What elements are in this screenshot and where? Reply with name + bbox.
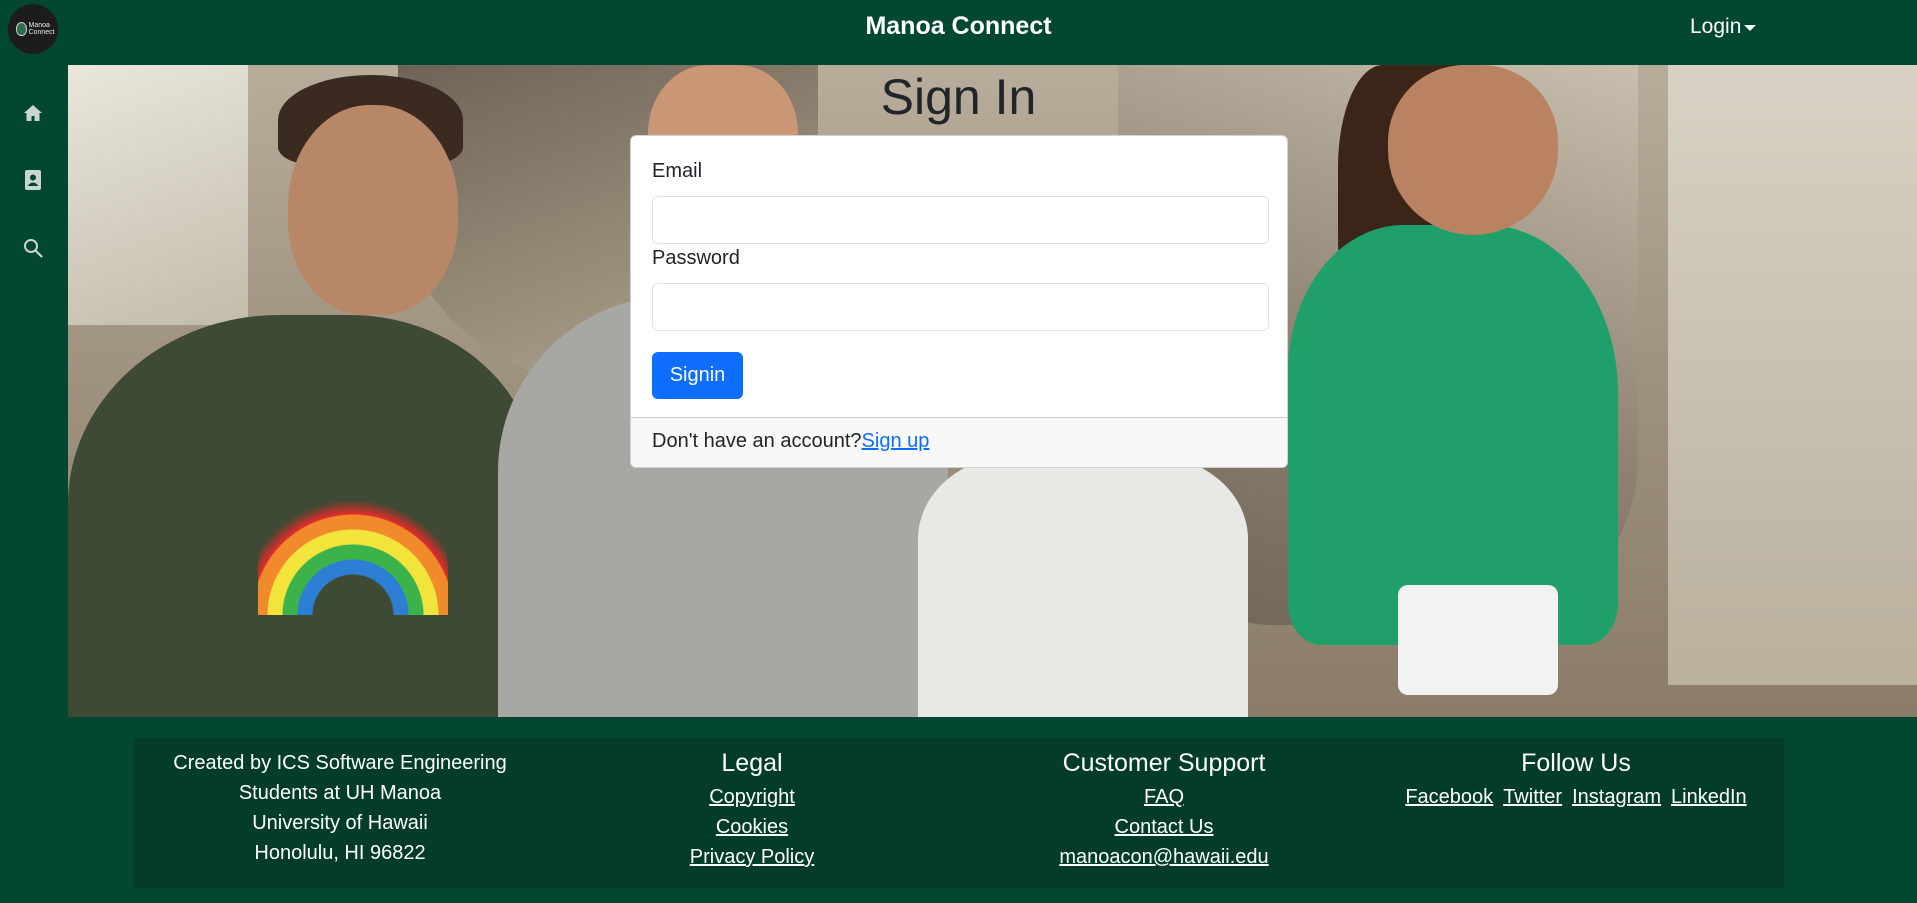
brand-title[interactable]: Manoa Connect	[0, 12, 1917, 41]
password-label: Password	[652, 247, 740, 269]
signup-prompt-text: Don't have an account?	[652, 430, 862, 452]
linkedin-link[interactable]: LinkedIn	[1671, 782, 1747, 812]
signup-link[interactable]: Sign up	[862, 430, 930, 452]
twitter-link[interactable]: Twitter	[1503, 782, 1562, 812]
password-field[interactable]	[652, 283, 1269, 331]
footer-about-line: Created by ICS Software Engineering	[173, 752, 507, 774]
copyright-link[interactable]: Copyright	[546, 782, 958, 812]
contact-us-link[interactable]: Contact Us	[958, 812, 1370, 842]
caret-down-icon	[1744, 25, 1757, 31]
signup-prompt: Don't have an account?Sign up	[631, 417, 1287, 467]
support-email-link[interactable]: manoacon@hawaii.edu	[958, 842, 1370, 872]
login-dropdown[interactable]: Login	[1690, 15, 1757, 39]
top-navbar: Manoa Connect Manoa Connect Login	[0, 0, 1917, 65]
sidebar	[0, 65, 68, 717]
footer-legal-heading: Legal	[721, 749, 783, 777]
footer: Created by ICS Software Engineering Stud…	[134, 738, 1784, 888]
footer-about-line: Honolulu, HI 96822	[254, 842, 426, 864]
login-label: Login	[1690, 15, 1742, 38]
footer-support: Customer Support FAQ Contact Us manoacon…	[958, 738, 1370, 872]
contact-book-icon[interactable]	[21, 168, 45, 192]
privacy-policy-link[interactable]: Privacy Policy	[546, 842, 958, 872]
cookies-link[interactable]: Cookies	[546, 812, 958, 842]
footer-about-line: University of Hawaii	[252, 812, 428, 834]
footer-follow: Follow Us Facebook Twitter Instagram Lin…	[1370, 738, 1782, 812]
faq-link[interactable]: FAQ	[958, 782, 1370, 812]
instagram-link[interactable]: Instagram	[1572, 782, 1661, 812]
page-title: Sign In	[880, 69, 1037, 125]
footer-support-heading: Customer Support	[1062, 749, 1266, 777]
email-field[interactable]	[652, 196, 1269, 244]
search-icon[interactable]	[21, 236, 45, 260]
email-label: Email	[652, 160, 703, 182]
footer-about-line: Students at UH Manoa	[238, 782, 442, 804]
footer-about: Created by ICS Software Engineering Stud…	[134, 748, 546, 868]
footer-follow-heading: Follow Us	[1521, 749, 1631, 777]
footer-legal: Legal Copyright Cookies Privacy Policy	[546, 738, 958, 872]
social-links: Facebook Twitter Instagram LinkedIn	[1370, 782, 1782, 812]
signin-card: Email Password Signin Don't have an acco…	[630, 135, 1288, 468]
signin-button[interactable]: Signin	[652, 352, 743, 399]
facebook-link[interactable]: Facebook	[1405, 782, 1493, 812]
